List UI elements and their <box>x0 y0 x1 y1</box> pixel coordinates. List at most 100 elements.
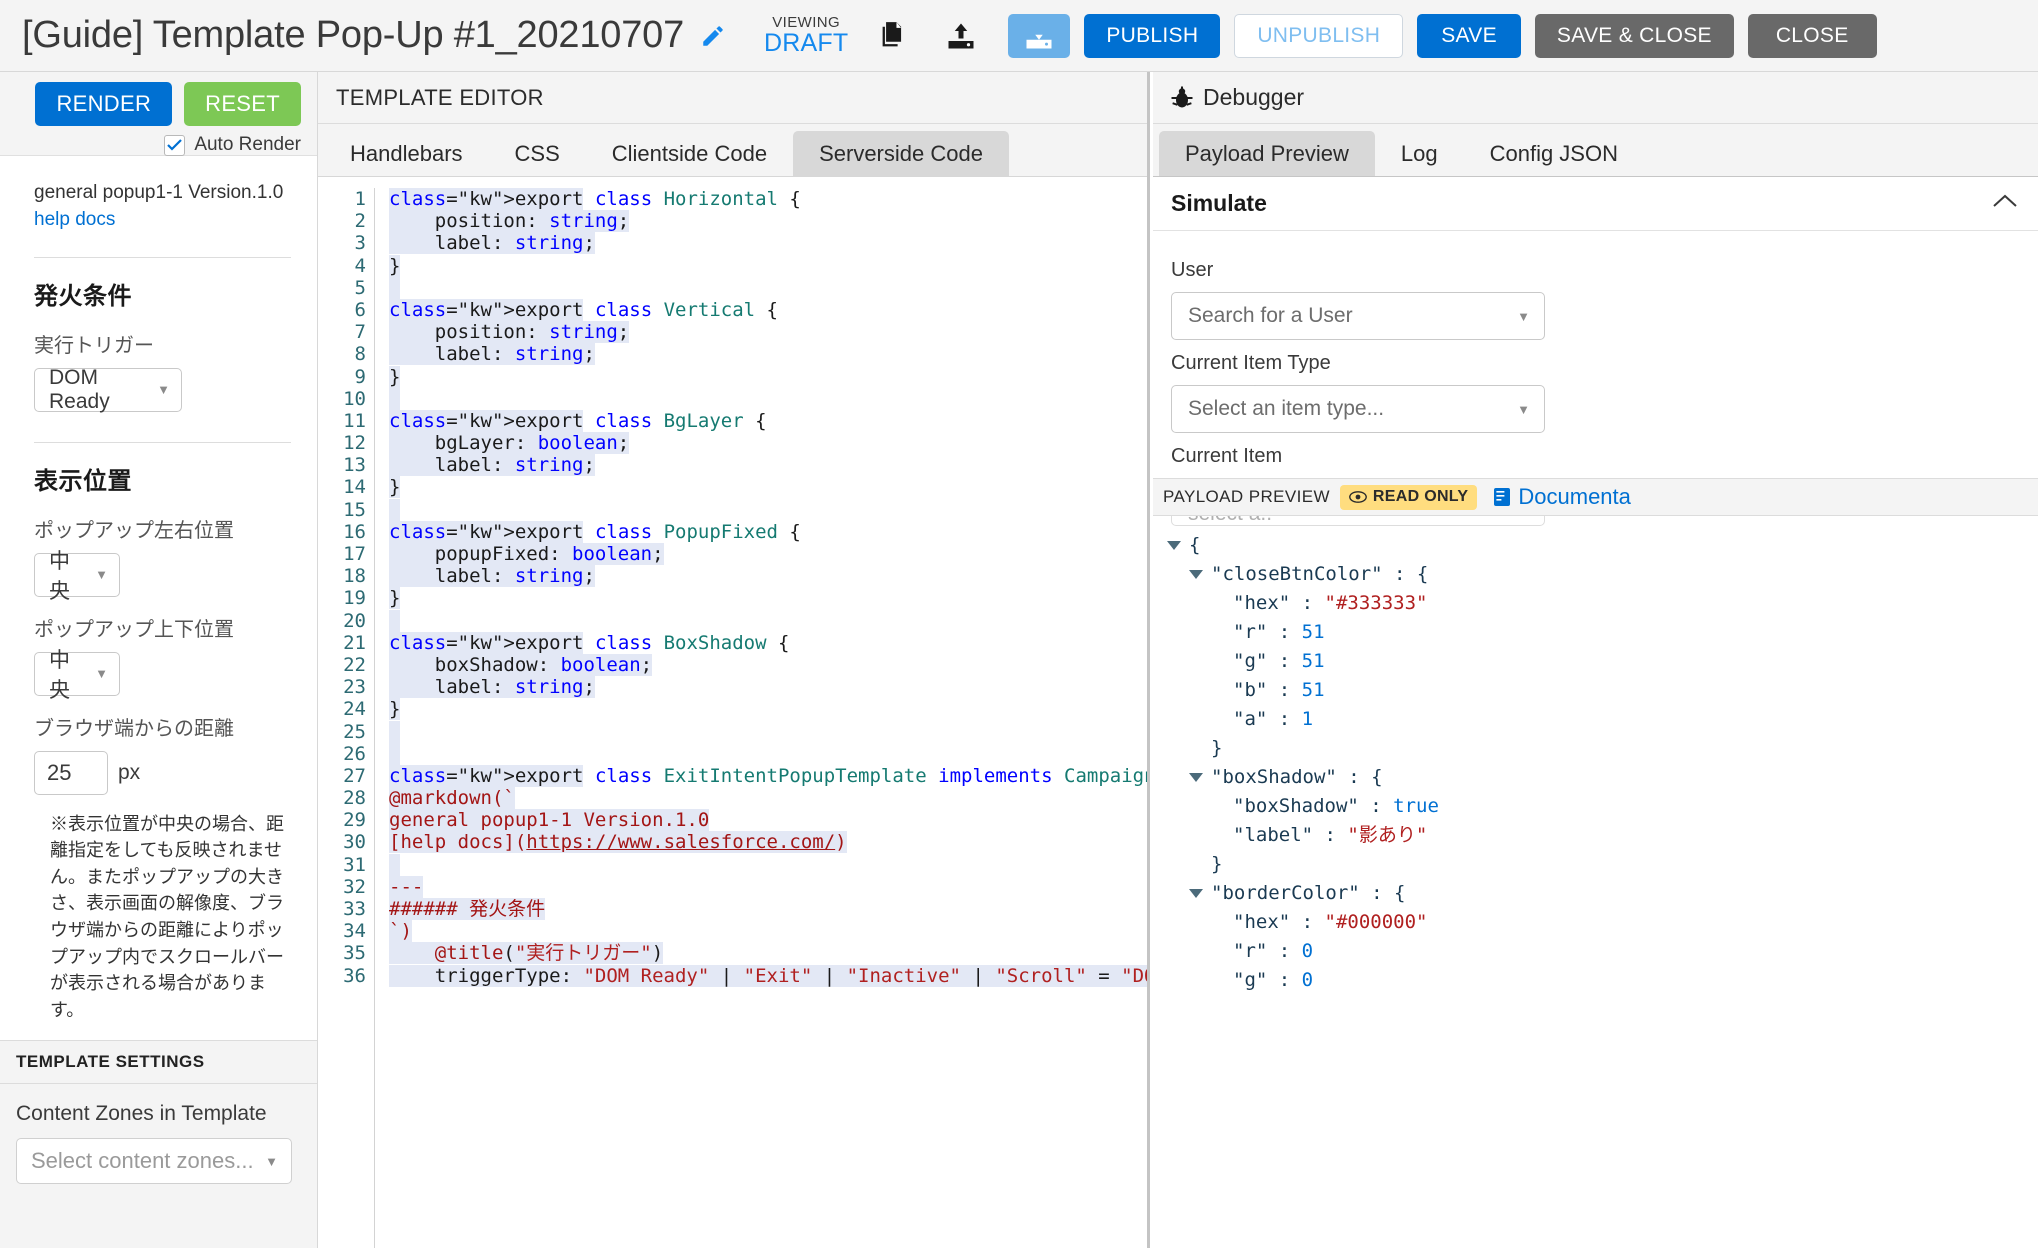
chevron-down-icon[interactable] <box>1189 773 1203 782</box>
code-line[interactable]: } <box>389 587 1147 610</box>
pos-h-select[interactable]: 中央 ▼ <box>34 550 120 603</box>
unpublish-button[interactable]: UNPUBLISH <box>1234 13 1404 58</box>
copy-icon[interactable] <box>870 13 916 59</box>
code-line[interactable]: ###### 発火条件 <box>389 898 1147 920</box>
code-line[interactable]: `) <box>389 920 1147 943</box>
book-icon <box>1494 488 1511 506</box>
code-line[interactable]: boxShadow: boolean; <box>389 653 1147 676</box>
code-line[interactable] <box>389 387 1147 410</box>
item-type-select[interactable]: Select an item type... ▼ <box>1171 385 1545 433</box>
tab-clientside-code[interactable]: Clientside Code <box>586 131 793 176</box>
code-line[interactable]: class="kw">export class Horizontal { <box>389 188 1147 210</box>
user-search-input[interactable]: Search for a User ▼ <box>1171 292 1545 340</box>
json-row[interactable]: "label" : "影あり" <box>1167 821 2038 850</box>
tab-config-json[interactable]: Config JSON <box>1464 131 1644 176</box>
line-number: 7 <box>354 321 366 344</box>
json-row[interactable]: "borderColor" : { <box>1167 879 2038 908</box>
status-badge-readonly: READ ONLY <box>1339 484 1478 510</box>
code-line[interactable]: --- <box>389 875 1147 898</box>
json-row[interactable]: "r" : 0 <box>1167 937 2038 966</box>
render-button[interactable]: RENDER <box>35 82 173 126</box>
code-line[interactable] <box>389 498 1147 521</box>
json-row[interactable]: "boxShadow" : { <box>1167 763 2038 792</box>
save-button[interactable]: SAVE <box>1417 13 1521 58</box>
code-line[interactable]: bgLayer: boolean; <box>389 432 1147 455</box>
content-zones-select[interactable]: Select content zones... ▼ <box>16 1138 292 1184</box>
code-editor[interactable]: 1 2 3 4 5 6 7 8 9 10 11 12 13 14 15 16 17 18 19 20 21 22 23 24 2… <box>318 178 1147 1248</box>
code-line[interactable]: triggerType: "DOM Ready" | "Exit" | "Ina… <box>389 964 1147 987</box>
template-editor-header: TEMPLATE EDITOR <box>318 72 1147 124</box>
json-row[interactable]: } <box>1167 734 2038 763</box>
json-row[interactable]: } <box>1167 850 2038 879</box>
payload-preview-bar: PAYLOAD PREVIEW READ ONLY Documenta <box>1153 478 2038 516</box>
code-line[interactable]: general popup1-1 Version.1.0 <box>389 809 1147 832</box>
publish-button[interactable]: PUBLISH <box>1084 13 1221 58</box>
code-line[interactable]: class="kw">export class ExitIntentPopupT… <box>389 764 1147 787</box>
chevron-up-icon[interactable] <box>1992 193 2018 214</box>
distance-input[interactable]: 25 <box>34 750 108 795</box>
code-line[interactable] <box>389 609 1147 632</box>
code-line[interactable]: @title("実行トリガー") <box>389 942 1147 965</box>
code-line[interactable]: } <box>389 698 1147 721</box>
chevron-down-icon[interactable] <box>1189 570 1203 579</box>
code-line[interactable] <box>389 742 1147 765</box>
payload-json-tree[interactable]: {"closeBtnColor" : { "hex" : "#333333" "r"… <box>1153 517 2038 1248</box>
trigger-select[interactable]: DOM Ready ▼ <box>34 365 182 413</box>
code-line[interactable]: [help docs](https://www.salesforce.com/) <box>389 831 1147 854</box>
trigger-select-value: DOM Ready <box>49 365 110 413</box>
reset-button[interactable]: RESET <box>184 82 301 126</box>
code-line[interactable]: position: string; <box>389 210 1147 233</box>
code-line[interactable]: class="kw">export class BgLayer { <box>389 409 1147 432</box>
pos-v-select[interactable]: 中央 ▼ <box>34 649 120 702</box>
chevron-down-icon[interactable] <box>1167 541 1181 550</box>
tab-log[interactable]: Log <box>1375 131 1464 176</box>
import-icon-button[interactable] <box>1008 13 1071 58</box>
code-line[interactable]: label: string; <box>389 343 1147 366</box>
code-line[interactable]: label: string; <box>389 676 1147 699</box>
code-content[interactable]: class="kw">export class Horizontal { pos… <box>375 178 1147 1248</box>
json-row[interactable]: "closeBtnColor" : { <box>1167 560 2038 589</box>
code-line[interactable]: } <box>389 476 1147 499</box>
save-and-close-button[interactable]: SAVE & CLOSE <box>1534 13 1734 58</box>
pencil-icon[interactable] <box>700 23 726 49</box>
close-button[interactable]: CLOSE <box>1747 13 1877 58</box>
code-line[interactable]: class="kw">export class BoxShadow { <box>389 631 1147 654</box>
tab-css[interactable]: CSS <box>489 131 586 176</box>
divider <box>34 441 291 443</box>
tab-handlebars[interactable]: Handlebars <box>324 131 489 176</box>
code-line[interactable]: popupFixed: boolean; <box>389 543 1147 565</box>
code-line[interactable] <box>389 720 1147 743</box>
code-line[interactable]: label: string; <box>389 565 1147 588</box>
code-line[interactable]: label: string; <box>389 454 1147 477</box>
json-row[interactable]: "g" : 0 <box>1167 966 2038 995</box>
code-line[interactable]: position: string; <box>389 321 1147 344</box>
code-line[interactable] <box>389 276 1147 299</box>
code-line[interactable]: } <box>389 254 1147 277</box>
json-row[interactable]: "boxShadow" : true <box>1167 792 2038 821</box>
code-line[interactable]: class="kw">export class PopupFixed { <box>389 520 1147 543</box>
upload-icon[interactable] <box>938 13 984 59</box>
json-row[interactable]: "hex" : "#000000" <box>1167 908 2038 937</box>
json-row[interactable]: { <box>1167 531 2038 560</box>
section-title-position: 表示位置 <box>34 467 132 495</box>
distance-unit: px <box>118 760 141 784</box>
code-line[interactable] <box>389 853 1147 876</box>
chevron-down-icon[interactable] <box>1189 889 1203 898</box>
json-row-text: "hex" : "#333333" <box>1233 592 1428 614</box>
tab-serverside-code[interactable]: Serverside Code <box>793 131 1009 176</box>
simulate-header[interactable]: Simulate <box>1153 177 2038 231</box>
auto-render-checkbox[interactable] <box>164 134 186 156</box>
code-line[interactable]: label: string; <box>389 232 1147 255</box>
json-row[interactable]: "r" : 51 <box>1167 618 2038 647</box>
json-row[interactable]: "hex" : "#333333" <box>1167 589 2038 618</box>
help-docs-link[interactable]: help docs <box>34 209 291 231</box>
json-row[interactable]: "a" : 1 <box>1167 705 2038 734</box>
json-row[interactable]: "g" : 51 <box>1167 647 2038 676</box>
documentation-link[interactable]: Documenta <box>1493 484 1631 510</box>
line-number: 1 <box>354 188 366 210</box>
code-line[interactable]: @markdown(` <box>389 787 1147 810</box>
json-row[interactable]: "b" : 51 <box>1167 676 2038 705</box>
code-line[interactable]: } <box>389 365 1147 388</box>
code-line[interactable]: class="kw">export class Vertical { <box>389 298 1147 321</box>
tab-payload-preview[interactable]: Payload Preview <box>1159 131 1375 176</box>
